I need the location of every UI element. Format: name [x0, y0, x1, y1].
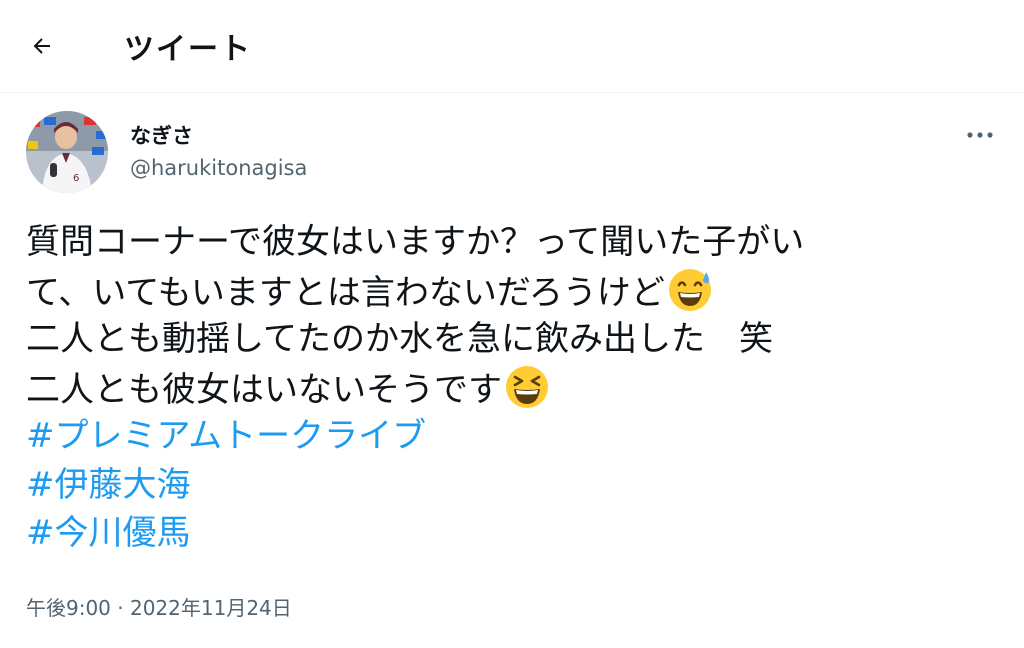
tweet-text-segment: 質問コーナーで彼女はいますか？って聞いた子がい	[26, 222, 805, 262]
tweet-line: 二人とも彼女はいないそうです	[26, 364, 986, 413]
tweet-text-segment: 二人とも彼女はいないそうです	[26, 369, 502, 410]
arrow-left-icon	[33, 38, 50, 54]
author-display-name[interactable]: なぎさ	[130, 120, 193, 150]
more-options-button[interactable]	[962, 120, 998, 150]
tweet-timestamp[interactable]: 午後9:00 · 2022年11月24日	[26, 592, 292, 621]
hashtag-link[interactable]: #今川優馬	[26, 509, 986, 558]
hashtag-link[interactable]: #伊藤大海	[26, 461, 986, 510]
top-bar: ツイート	[0, 0, 1024, 93]
tweet-text-segment: 二人とも動揺してたのか水を急に飲み出した 笑	[26, 319, 773, 359]
tweet-line: 二人とも動揺してたのか水を急に飲み出した 笑	[26, 315, 986, 364]
profile-photo: 6	[26, 111, 108, 193]
tweet-line: て、いてもいますとは言わないだろうけど	[26, 267, 986, 316]
svg-text:6: 6	[73, 173, 79, 184]
author-avatar[interactable]: 6	[26, 111, 108, 193]
grinning-squinting-face-emoji	[506, 365, 548, 408]
page-title: ツイート	[124, 32, 252, 67]
ellipsis-icon	[967, 132, 993, 138]
tweet-line: 質問コーナーで彼女はいますか？って聞いた子がい	[26, 218, 986, 267]
back-button[interactable]	[22, 26, 62, 66]
tweet-text-segment: て、いてもいますとは言わないだろうけど	[26, 272, 665, 313]
grinning-face-with-sweat-emoji	[668, 268, 711, 311]
tweet-body: 質問コーナーで彼女はいますか？って聞いた子がい て、いてもいますとは言わないだろ…	[26, 218, 986, 558]
hashtag-link[interactable]: #プレミアムトークライブ	[26, 412, 986, 461]
author-handle[interactable]: @harukitonagisa	[130, 156, 307, 180]
